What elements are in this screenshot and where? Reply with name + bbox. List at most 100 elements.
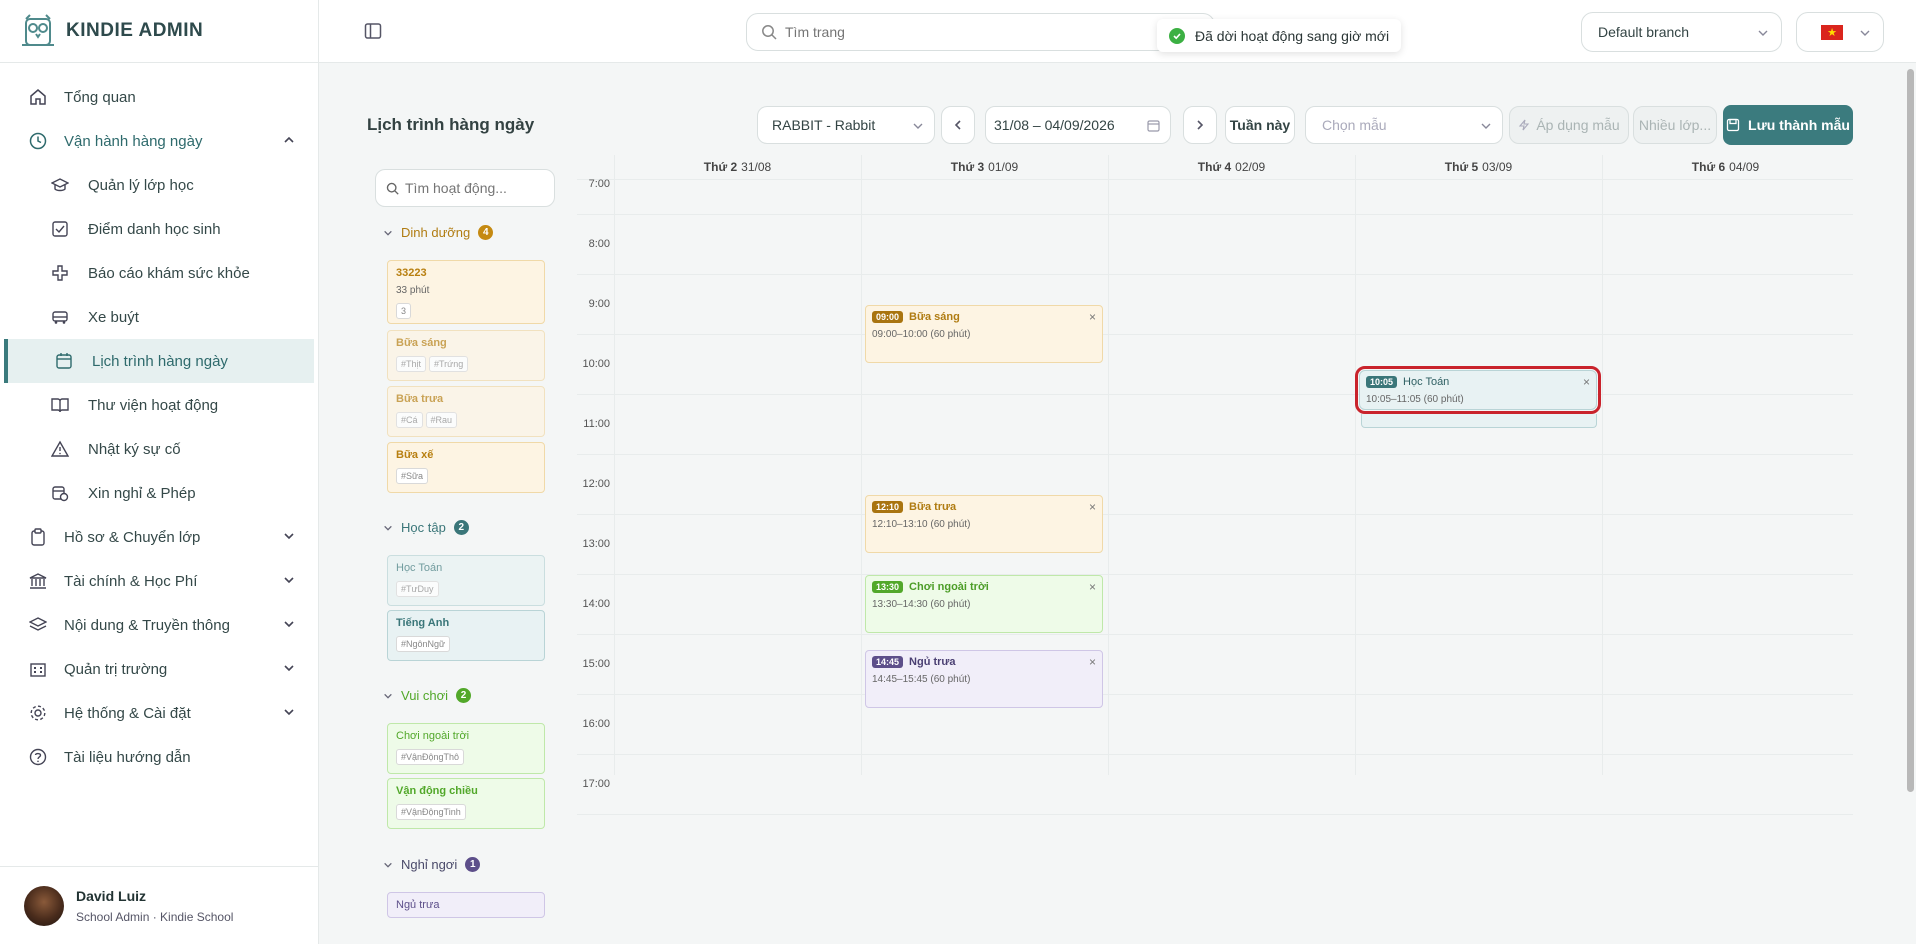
save-icon xyxy=(1726,118,1740,132)
event-header: 10:05 Học Toán xyxy=(1366,376,1590,388)
day-column-divider xyxy=(861,155,862,775)
day-column-divider xyxy=(1355,155,1356,775)
sidebar-item-daily-operations[interactable]: Vận hành hàng ngày xyxy=(0,119,318,163)
this-week-button[interactable]: Tuần này xyxy=(1225,106,1295,144)
sidebar-item-activity-library[interactable]: Thư viện hoạt động xyxy=(0,383,318,427)
group-header-play[interactable]: Vui chơi 2 xyxy=(383,688,472,703)
sidebar-item-leave-requests[interactable]: Xin nghỉ & Phép xyxy=(0,471,318,515)
class-select[interactable]: RABBIT - Rabbit xyxy=(757,106,935,144)
brand[interactable]: KINDIE ADMIN xyxy=(0,0,318,63)
sidebar-item-finance[interactable]: Tài chính & Học Phí xyxy=(0,559,318,603)
group-name: Học tập xyxy=(401,520,446,535)
sidebar-toggle-icon[interactable] xyxy=(364,22,382,40)
activity-card[interactable]: Tiếng Anh #NgônNgữ xyxy=(387,610,545,661)
schedule-event[interactable]: 12:10 Bữa trưa 12:10–13:10 (60 phút) × xyxy=(865,495,1103,553)
chevron-down-icon xyxy=(284,577,294,584)
group-header-study[interactable]: Học tập 2 xyxy=(383,520,469,535)
calendar-icon xyxy=(1147,120,1160,132)
sidebar-item-user-guide[interactable]: Tài liệu hướng dẫn xyxy=(0,735,318,779)
chevron-down-icon xyxy=(284,709,294,716)
chevron-down-icon xyxy=(1860,30,1870,36)
activity-card[interactable]: 33223 33 phút 3 xyxy=(387,260,545,324)
multi-class-button[interactable]: Nhiều lớp... xyxy=(1633,106,1717,144)
activity-card[interactable]: Chơi ngoài trời #VậnĐộngThô xyxy=(387,723,545,774)
book-icon xyxy=(50,395,70,415)
group-header-nutrition[interactable]: Dinh dưỡng 4 xyxy=(383,225,494,240)
activity-card-title: Bữa sáng xyxy=(396,337,447,349)
activity-card[interactable]: Bữa xế #Sữa xyxy=(387,442,545,493)
schedule-event[interactable]: 14:45 Ngủ trưa 14:45–15:45 (60 phút) × xyxy=(865,650,1103,708)
sidebar-item-class-management[interactable]: Quản lý lớp học xyxy=(0,163,318,207)
day-column-header: Thứ 4 02/09 xyxy=(1108,155,1355,179)
sidebar-item-daily-schedule[interactable]: Lịch trình hàng ngày xyxy=(4,339,314,383)
group-name: Vui chơi xyxy=(401,688,449,703)
activity-search-input[interactable] xyxy=(405,180,545,196)
hour-label: 8:00 xyxy=(588,238,610,250)
activity-card-title: 33223 xyxy=(396,267,427,279)
global-search-input[interactable] xyxy=(785,24,1185,40)
sidebar-item-records-transfer[interactable]: Hồ sơ & Chuyển lớp xyxy=(0,515,318,559)
check-circle-icon xyxy=(1169,27,1185,44)
remove-event-icon[interactable]: × xyxy=(1089,500,1096,514)
chevron-down-icon xyxy=(384,230,392,236)
group-name: Dinh dưỡng xyxy=(401,225,471,240)
sidebar-item-health-report[interactable]: Báo cáo khám sức khỏe xyxy=(0,251,318,295)
avatar xyxy=(24,885,64,926)
page-scrollbar[interactable] xyxy=(1905,63,1916,944)
branch-select[interactable]: Default branch xyxy=(1581,12,1782,52)
sidebar-item-attendance[interactable]: Điểm danh học sinh xyxy=(0,207,318,251)
scrollbar-thumb[interactable] xyxy=(1907,69,1914,792)
chevron-down-icon xyxy=(384,862,392,868)
remove-event-icon[interactable]: × xyxy=(1583,375,1590,389)
sidebar-item-label: Tổng quan xyxy=(64,88,136,106)
schedule-event[interactable]: 10:05 Học Toán 10:05–11:05 (60 phút) × xyxy=(1355,366,1601,414)
next-week-button[interactable] xyxy=(1183,106,1217,144)
home-icon xyxy=(28,87,48,107)
activity-tag: #Trứng xyxy=(429,356,469,372)
remove-event-icon[interactable]: × xyxy=(1089,310,1096,324)
event-time-range: 13:30–14:30 (60 phút) xyxy=(872,599,971,610)
activity-search[interactable] xyxy=(375,169,555,207)
sidebar-item-content-media[interactable]: Nội dung & Truyền thông xyxy=(0,603,318,647)
owl-logo-icon xyxy=(22,14,54,46)
save-as-template-button[interactable]: Lưu thành mẫu xyxy=(1723,105,1853,145)
remove-event-icon[interactable]: × xyxy=(1089,580,1096,594)
apply-template-button[interactable]: Áp dụng mẫu xyxy=(1509,106,1629,144)
sidebar-item-label: Xin nghỉ & Phép xyxy=(88,484,196,502)
prev-week-button[interactable] xyxy=(941,106,975,144)
hour-label: 13:00 xyxy=(582,538,610,550)
language-select[interactable]: ★ xyxy=(1796,12,1884,52)
activity-card[interactable]: Học Toán #TưDuy xyxy=(387,555,545,606)
sidebar-item-school-admin[interactable]: Quản trị trường xyxy=(0,647,318,691)
sidebar: KINDIE ADMIN Tổng quan Vận hành hàng ngà… xyxy=(0,0,319,944)
group-header-rest[interactable]: Nghỉ ngơi 1 xyxy=(383,857,481,872)
sidebar-item-system-settings[interactable]: Hệ thống & Cài đặt xyxy=(0,691,318,735)
event-time-range: 09:00–10:00 (60 phút) xyxy=(872,329,971,340)
user-profile[interactable]: David Luiz School Admin · Kindie School xyxy=(0,866,318,944)
activity-card[interactable]: Ngủ trưa xyxy=(387,892,545,918)
user-role: School Admin · Kindie School xyxy=(76,909,234,924)
date-range-picker[interactable]: 31/08 – 04/09/2026 xyxy=(985,106,1171,144)
activity-card-title: Tiếng Anh xyxy=(396,617,450,629)
day-date: 02/09 xyxy=(1235,160,1266,174)
hour-label: 15:00 xyxy=(582,658,610,670)
warning-icon xyxy=(50,439,70,459)
sidebar-item-overview[interactable]: Tổng quan xyxy=(0,75,318,119)
sidebar-item-incident-log[interactable]: Nhật ký sự cố xyxy=(0,427,318,471)
hour-label: 14:00 xyxy=(582,598,610,610)
activity-card-title: Học Toán xyxy=(396,562,443,574)
global-search[interactable] xyxy=(746,13,1215,51)
schedule-event[interactable]: 13:30 Chơi ngoài trời 13:30–14:30 (60 phút… xyxy=(865,575,1103,633)
schedule-event[interactable]: 09:00 Bữa sáng 09:00–10:00 (60 phút) × xyxy=(865,305,1103,363)
activity-card[interactable]: Bữa sáng #Thịt #Trứng xyxy=(387,330,545,381)
activity-card[interactable]: Vận động chiều #VậnĐộngTinh xyxy=(387,778,545,829)
activity-card-title: Bữa trưa xyxy=(396,393,444,405)
activity-panel: Dinh dưỡng 4 33223 33 phút 3 Bữa sáng #T… xyxy=(367,160,555,944)
multi-class-label: Nhiều lớp... xyxy=(1638,117,1712,133)
activity-card[interactable]: Bữa trưa #Cá #Rau xyxy=(387,386,545,437)
sidebar-item-bus[interactable]: Xe buýt xyxy=(0,295,318,339)
activity-tag: #Thịt xyxy=(396,356,427,372)
template-select[interactable]: Chọn mẫu xyxy=(1305,106,1503,144)
remove-event-icon[interactable]: × xyxy=(1089,655,1096,669)
event-start-badge: 12:10 xyxy=(872,501,904,513)
